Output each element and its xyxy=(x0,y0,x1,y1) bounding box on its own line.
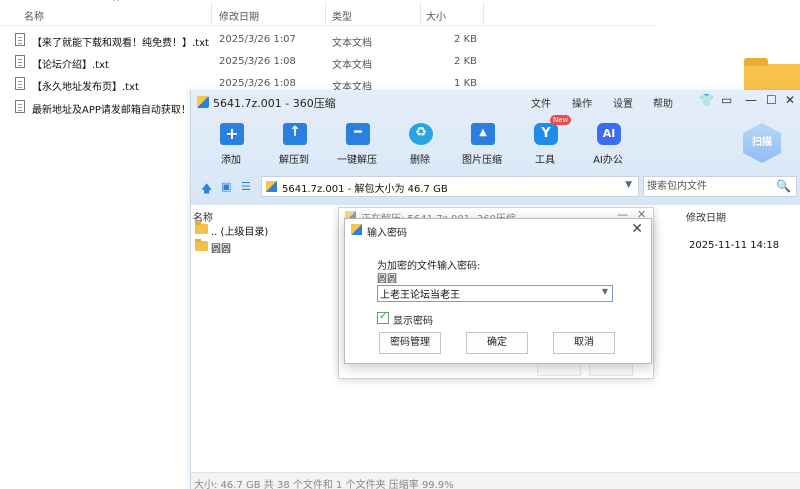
password-combobox[interactable]: ▼ xyxy=(377,285,613,302)
item-date: 2025-11-11 14:18 xyxy=(689,240,780,251)
ai-office-button[interactable]: AI办公 xyxy=(573,120,643,170)
text-file-icon xyxy=(15,77,25,90)
list-view-icon[interactable]: ☰ xyxy=(241,180,251,193)
file-row[interactable]: 【来了就能下载和观看！纯免费！】.txt 2025/3/26 1:07 文本文档… xyxy=(0,30,480,52)
extract-to-button[interactable]: 解压到 xyxy=(259,120,329,170)
menu-operate[interactable]: 操作 xyxy=(572,95,592,110)
file-size: 2 KB xyxy=(454,34,477,45)
tools-label: 工具 xyxy=(535,155,555,166)
one-click-extract-icon xyxy=(346,123,370,145)
dialog-title: 输入密码 xyxy=(367,228,407,239)
text-file-icon xyxy=(15,33,25,46)
column-name[interactable]: 名称 xyxy=(24,8,44,23)
dialog-titlebar: 输入密码 ✕ xyxy=(345,219,651,241)
column-divider[interactable] xyxy=(325,2,326,24)
file-name: 最新地址及APP请发邮箱自动获取！！ xyxy=(32,105,201,116)
archive-logo-icon xyxy=(197,96,209,108)
column-divider[interactable] xyxy=(483,2,484,24)
explorer-column-header: ^ 名称 修改日期 类型 大小 xyxy=(0,0,656,26)
zip-header: 5641.7z.001 - 360压缩 文件 操作 设置 帮助 👕 ▭ — ☐ … xyxy=(191,90,800,205)
column-divider[interactable] xyxy=(420,2,421,24)
add-button[interactable]: 添加 xyxy=(196,120,266,170)
sort-ascending-icon: ^ xyxy=(112,0,120,8)
file-date: 2025/3/26 1:08 xyxy=(219,78,296,89)
maximize-icon[interactable]: ☐ xyxy=(766,93,777,107)
ai-office-label: AI办公 xyxy=(593,155,623,166)
status-bar: 大小: 46.7 GB 共 38 个文件和 1 个文件夹 压缩率 99.9% xyxy=(191,472,800,489)
delete-button[interactable]: 删除 xyxy=(385,120,455,170)
file-name: 【永久地址发布页】.txt xyxy=(32,82,139,93)
scan-button[interactable]: 扫描 xyxy=(743,123,781,163)
feedback-icon[interactable]: ▭ xyxy=(721,93,732,107)
search-icon[interactable]: 🔍 xyxy=(776,179,791,193)
file-name: 【论坛介绍】.txt xyxy=(32,60,109,71)
password-manage-button[interactable]: 密码管理 xyxy=(379,332,441,354)
status-text: 大小: 46.7 GB 共 38 个文件和 1 个文件夹 压缩率 99.9% xyxy=(194,480,454,489)
ai-icon xyxy=(597,123,621,145)
add-icon xyxy=(220,123,244,145)
delete-icon xyxy=(409,123,433,145)
column-divider[interactable] xyxy=(211,2,212,24)
address-bar: 🡅 ▣ ☰ 5641.7z.001 - 解包大小为 46.7 GB ▼ 🔍 xyxy=(191,174,800,200)
window-title: 5641.7z.001 - 360压缩 xyxy=(213,97,336,110)
delete-label: 删除 xyxy=(410,155,430,166)
menu-settings[interactable]: 设置 xyxy=(613,95,633,110)
new-badge: New xyxy=(550,115,572,125)
item-name: 圆圆 xyxy=(211,244,231,255)
item-name: .. (上级目录) xyxy=(211,227,269,238)
file-size: 2 KB xyxy=(454,56,477,67)
show-password-checkbox[interactable] xyxy=(377,311,389,324)
folder-icon xyxy=(195,222,208,234)
text-file-icon xyxy=(15,100,25,113)
column-type[interactable]: 类型 xyxy=(332,8,352,23)
dropdown-arrow-icon[interactable]: ▼ xyxy=(625,180,632,190)
file-type: 文本文档 xyxy=(332,38,372,49)
file-type: 文本文档 xyxy=(332,60,372,71)
menu-file[interactable]: 文件 xyxy=(531,95,551,110)
ok-button[interactable]: 确定 xyxy=(466,332,528,354)
one-click-extract-button[interactable]: 一键解压 xyxy=(322,120,392,170)
tools-icon xyxy=(534,123,558,145)
column-size[interactable]: 大小 xyxy=(426,8,446,23)
tools-button[interactable]: New 工具 xyxy=(510,115,580,170)
minimize-icon[interactable]: — xyxy=(745,93,757,107)
show-password-label[interactable]: 显示密码 xyxy=(393,312,433,327)
file-row[interactable]: 【论坛介绍】.txt 2025/3/26 1:08 文本文档 2 KB xyxy=(0,52,480,74)
image-compress-label: 图片压缩 xyxy=(462,155,502,166)
archive-logo-icon xyxy=(351,224,362,235)
column-date[interactable]: 修改日期 xyxy=(219,8,259,23)
file-size: 1 KB xyxy=(454,78,477,89)
extract-to-label: 解压到 xyxy=(279,155,309,166)
path-combobox[interactable]: 5641.7z.001 - 解包大小为 46.7 GB ▼ xyxy=(261,176,639,197)
cancel-button[interactable]: 取消 xyxy=(553,332,615,354)
shirt-skin-icon[interactable]: 👕 xyxy=(699,93,714,107)
search-input[interactable] xyxy=(647,179,772,194)
image-compress-icon xyxy=(471,123,495,145)
search-box[interactable]: 🔍 xyxy=(643,176,797,197)
archive-icon xyxy=(266,181,277,192)
one-click-extract-label: 一键解压 xyxy=(337,155,377,166)
close-icon[interactable]: ✕ xyxy=(785,93,795,107)
image-compress-button[interactable]: 图片压缩 xyxy=(447,120,517,170)
folder-icon xyxy=(195,239,208,251)
up-arrow-icon[interactable]: 🡅 xyxy=(201,180,212,199)
text-file-icon xyxy=(15,55,25,68)
close-icon[interactable]: ✕ xyxy=(631,221,643,237)
file-date: 2025/3/26 1:08 xyxy=(219,56,296,67)
password-dialog: 输入密码 ✕ 为加密的文件输入密码: 圆圆 ▼ 显示密码 密码管理 确定 取消 xyxy=(344,218,652,364)
encrypted-file-name: 圆圆 xyxy=(377,274,397,285)
file-name: 【来了就能下载和观看！纯免费！】.txt xyxy=(32,38,209,49)
thumbnail-view-icon[interactable]: ▣ xyxy=(221,180,231,193)
file-date: 2025/3/26 1:07 xyxy=(219,34,296,45)
menu-help[interactable]: 帮助 xyxy=(653,95,673,110)
extract-icon xyxy=(283,123,307,145)
add-label: 添加 xyxy=(221,155,241,166)
dropdown-arrow-icon[interactable]: ▼ xyxy=(602,287,608,296)
password-input[interactable] xyxy=(380,287,590,300)
archive-path: 5641.7z.001 - 解包大小为 46.7 GB xyxy=(282,184,448,195)
